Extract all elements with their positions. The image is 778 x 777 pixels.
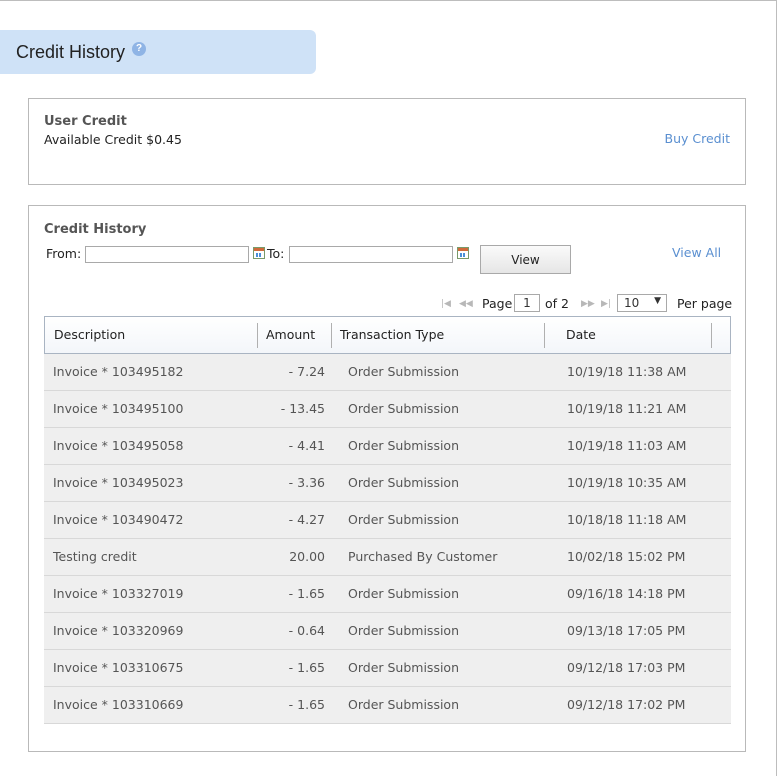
row-amount: - 0.64 (288, 623, 325, 638)
row-transaction-type: Order Submission (348, 623, 460, 638)
row-amount: - 4.27 (288, 512, 325, 527)
credit-history-panel: Credit History From: To: View View All |… (28, 205, 746, 752)
user-credit-title: User Credit (44, 114, 127, 129)
column-header-amount[interactable]: Amount (266, 317, 315, 353)
table-row[interactable]: Invoice * 103320969 - 0.64 Order Submissio… (44, 613, 731, 650)
per-page-label: Per page (677, 295, 733, 311)
prev-page-icon[interactable]: ◀◀ (459, 299, 473, 309)
row-transaction-type: Purchased By Customer (348, 549, 498, 564)
available-credit: Available Credit $0.45 (44, 132, 182, 147)
table-row[interactable]: Invoice * 103495100 - 13.45 Order Submissi… (44, 391, 731, 428)
row-description: Testing credit (53, 549, 137, 564)
help-icon[interactable]: ? (132, 42, 147, 56)
first-page-icon[interactable]: |◀ (441, 299, 451, 309)
column-header-description[interactable]: Description (54, 317, 125, 353)
table-row[interactable]: Invoice * 103310675 - 1.65 Order Submissio… (44, 650, 731, 687)
page-number-input[interactable]: 1 (514, 294, 540, 312)
last-page-icon[interactable]: ▶| (601, 299, 611, 309)
row-amount: - 4.41 (288, 438, 325, 453)
dropdown-arrow-icon: ▼ (654, 296, 661, 306)
table-row[interactable]: Invoice * 103495058 - 4.41 Order Submissio… (44, 428, 731, 465)
row-date: 10/19/18 11:21 AM (567, 401, 687, 416)
table-row[interactable]: Testing credit 20.00 Purchased By Customer… (44, 539, 731, 576)
column-header-transaction-type[interactable]: Transaction Type (340, 317, 444, 353)
row-transaction-type: Order Submission (348, 586, 460, 601)
row-description: Invoice * 103495182 (53, 364, 184, 379)
column-divider[interactable] (257, 323, 258, 348)
table-header: Description Amount Transaction Type Date (44, 316, 731, 354)
row-transaction-type: Order Submission (348, 697, 460, 712)
table-row[interactable]: Invoice * 103490472 - 4.27 Order Submissio… (44, 502, 731, 539)
column-header-date[interactable]: Date (566, 317, 596, 353)
page-label: Page (482, 295, 513, 311)
row-amount: - 7.24 (288, 364, 325, 379)
row-description: Invoice * 103320969 (53, 623, 184, 638)
table-body: Invoice * 103495182 - 7.24 Order Submissio… (44, 354, 731, 724)
view-all-link[interactable]: View All (672, 245, 721, 260)
row-description: Invoice * 103490472 (53, 512, 184, 527)
to-date-input[interactable] (289, 246, 453, 263)
row-date: 09/12/18 17:03 PM (567, 660, 686, 675)
row-amount: - 1.65 (288, 586, 325, 601)
row-date: 09/13/18 17:05 PM (567, 623, 686, 638)
row-transaction-type: Order Submission (348, 475, 460, 490)
row-date: 09/12/18 17:02 PM (567, 697, 686, 712)
page-header: Credit History ? (0, 30, 316, 74)
row-description: Invoice * 103327019 (53, 586, 184, 601)
column-divider[interactable] (711, 323, 712, 348)
row-transaction-type: Order Submission (348, 660, 460, 675)
row-amount: - 1.65 (288, 697, 325, 712)
next-page-icon[interactable]: ▶▶ (581, 299, 595, 309)
row-transaction-type: Order Submission (348, 512, 460, 527)
row-date: 09/16/18 14:18 PM (567, 586, 686, 601)
row-description: Invoice * 103310669 (53, 697, 184, 712)
row-description: Invoice * 103495023 (53, 475, 184, 490)
row-amount: 20.00 (289, 549, 325, 564)
table-row[interactable]: Invoice * 103327019 - 1.65 Order Submissio… (44, 576, 731, 613)
column-divider[interactable] (331, 323, 332, 348)
view-button[interactable]: View (480, 245, 571, 274)
from-calendar-icon[interactable] (253, 247, 265, 259)
row-transaction-type: Order Submission (348, 364, 460, 379)
to-label: To: (267, 246, 285, 261)
row-date: 10/02/18 15:02 PM (567, 549, 686, 564)
credit-history-title: Credit History (44, 222, 147, 237)
from-label: From: (46, 246, 82, 261)
row-description: Invoice * 103495100 (53, 401, 184, 416)
row-amount: - 3.36 (288, 475, 325, 490)
table-row[interactable]: Invoice * 103495182 - 7.24 Order Submissio… (44, 354, 731, 391)
per-page-value: 10 (624, 296, 640, 310)
row-amount: - 1.65 (288, 660, 325, 675)
per-page-select[interactable]: 10 ▼ (617, 294, 667, 312)
column-divider[interactable] (544, 323, 545, 348)
row-transaction-type: Order Submission (348, 401, 460, 416)
buy-credit-link[interactable]: Buy Credit (665, 131, 730, 146)
page-of-label: of 2 (545, 295, 569, 311)
table-row[interactable]: Invoice * 103310669 - 1.65 Order Submissio… (44, 687, 731, 724)
row-amount: - 13.45 (280, 401, 325, 416)
credit-history-table: Description Amount Transaction Type Date… (44, 316, 731, 724)
user-credit-panel: User Credit Available Credit $0.45 Buy C… (28, 98, 746, 185)
to-calendar-icon[interactable] (457, 247, 469, 259)
row-description: Invoice * 103310675 (53, 660, 184, 675)
row-description: Invoice * 103495058 (53, 438, 184, 453)
table-row[interactable]: Invoice * 103495023 - 3.36 Order Submissio… (44, 465, 731, 502)
page-title: Credit History (16, 41, 126, 62)
row-date: 10/19/18 10:35 AM (567, 475, 687, 490)
row-transaction-type: Order Submission (348, 438, 460, 453)
from-date-input[interactable] (85, 246, 249, 263)
row-date: 10/19/18 11:03 AM (567, 438, 687, 453)
row-date: 10/19/18 11:38 AM (567, 364, 687, 379)
row-date: 10/18/18 11:18 AM (567, 512, 687, 527)
